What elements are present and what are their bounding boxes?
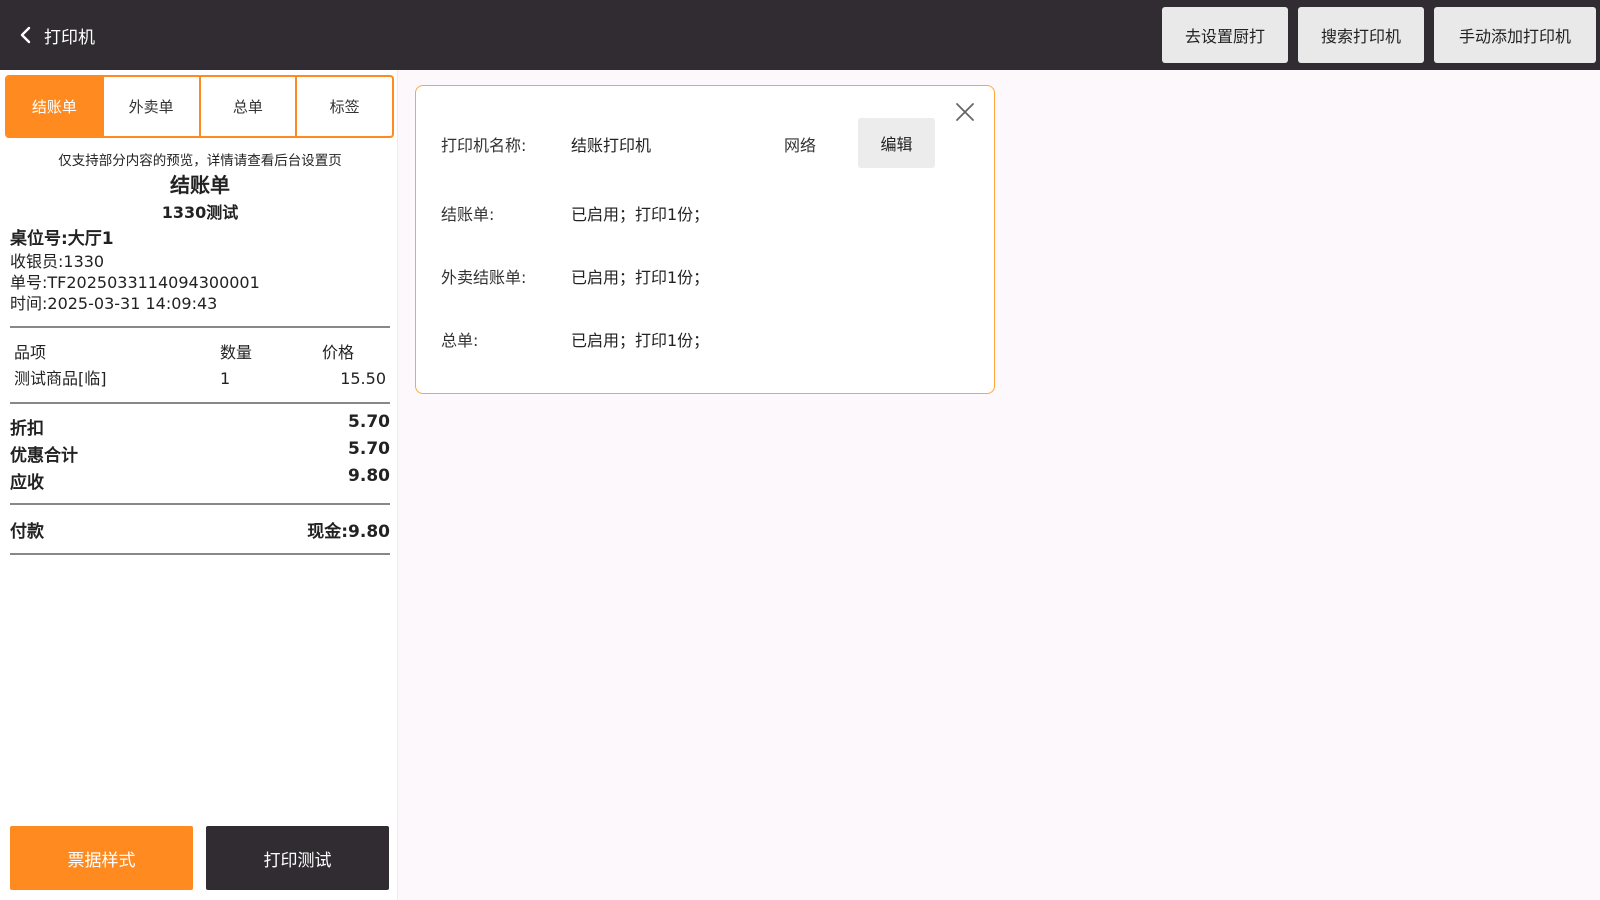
setting-label: 总单:	[441, 331, 479, 350]
receipt-cashier: 收银员:1330	[10, 252, 105, 271]
payment-row: 付款 现金:9.80	[10, 505, 390, 553]
preview-notice: 仅支持部分内容的预览，详情请查看后台设置页	[58, 153, 342, 169]
receipt-preview: 仅支持部分内容的预览，详情请查看后台设置页 结账单 1330测试 桌位号:大厅1…	[10, 150, 390, 555]
list-item: 测试商品[临] 1 15.50	[14, 366, 386, 392]
payment-value: 现金:9.80	[307, 521, 390, 542]
setting-value: 已启用；打印1份；	[571, 331, 710, 350]
item-name: 测试商品[临]	[14, 369, 107, 388]
edit-printer-button[interactable]: 编辑	[858, 118, 935, 168]
printer-name-value: 结账打印机	[571, 136, 652, 155]
manual-add-printer-button[interactable]: 手动添加打印机	[1434, 7, 1596, 63]
receipt-type-tabs: 结账单 外卖单 总单 标签	[5, 75, 394, 138]
setting-label: 外卖结账单:	[441, 268, 527, 287]
setting-value: 已启用；打印1份；	[571, 205, 710, 224]
column-item: 品项	[14, 343, 47, 362]
receipt-summary: 折扣 5.70 优惠合计 5.70 应收 9.80	[10, 412, 390, 493]
amount-due-value: 9.80	[348, 466, 390, 486]
receipt-items: 品项 数量 价格 测试商品[临] 1 15.50	[10, 328, 390, 392]
items-header-row: 品项 数量 价格	[14, 340, 386, 366]
search-printer-button[interactable]: 搜索打印机	[1298, 7, 1424, 63]
tab-checkout-receipt[interactable]: 结账单	[7, 77, 102, 136]
close-button[interactable]	[954, 101, 976, 123]
item-qty: 1	[220, 369, 231, 388]
receipt-shop-name: 1330测试	[161, 203, 239, 222]
tab-summary-receipt[interactable]: 总单	[198, 77, 296, 136]
kitchen-print-settings-button[interactable]: 去设置厨打	[1162, 7, 1288, 63]
amount-due-label: 应收	[10, 473, 44, 493]
printer-card: 打印机名称: 结账打印机 网络 编辑 结账单: 已启用；打印1份； 外卖结账单:…	[415, 85, 995, 394]
promo-total-value: 5.70	[348, 439, 390, 459]
tab-label[interactable]: 标签	[295, 77, 392, 136]
column-price: 价格	[322, 343, 355, 362]
amount-due-row: 应收 9.80	[10, 466, 390, 493]
receipt-order-number: 单号:TF2025033114094300001	[10, 273, 260, 292]
receipt-style-button[interactable]: 票据样式	[10, 826, 193, 890]
column-qty: 数量	[220, 343, 253, 362]
discount-value: 5.70	[348, 412, 390, 432]
top-bar: 打印机 去设置厨打 搜索打印机 手动添加打印机	[0, 0, 1600, 70]
connection-type: 网络	[784, 136, 817, 155]
page-title: 打印机	[44, 27, 95, 48]
receipt-time: 时间:2025-03-31 14:09:43	[10, 294, 218, 313]
receipt-table-number: 桌位号:大厅1	[10, 229, 114, 249]
promo-total-row: 优惠合计 5.70	[10, 439, 390, 466]
receipt-title: 结账单	[170, 173, 230, 197]
divider	[10, 553, 390, 555]
receipt-preview-panel: 结账单 外卖单 总单 标签 仅支持部分内容的预览，详情请查看后台设置页 结账单 …	[0, 70, 398, 900]
print-test-button[interactable]: 打印测试	[206, 826, 389, 890]
payment-label: 付款	[10, 521, 44, 542]
setting-value: 已启用；打印1份；	[571, 268, 710, 287]
setting-label: 结账单:	[441, 205, 495, 224]
discount-row: 折扣 5.70	[10, 412, 390, 439]
discount-label: 折扣	[10, 419, 44, 439]
item-price: 15.50	[340, 369, 386, 388]
back-button[interactable]: 打印机	[16, 20, 95, 50]
close-icon	[956, 103, 974, 121]
tab-takeout-receipt[interactable]: 外卖单	[101, 77, 199, 136]
divider	[10, 402, 390, 404]
printer-name-label: 打印机名称:	[441, 136, 527, 155]
promo-total-label: 优惠合计	[10, 446, 78, 466]
chevron-left-icon	[20, 26, 31, 44]
